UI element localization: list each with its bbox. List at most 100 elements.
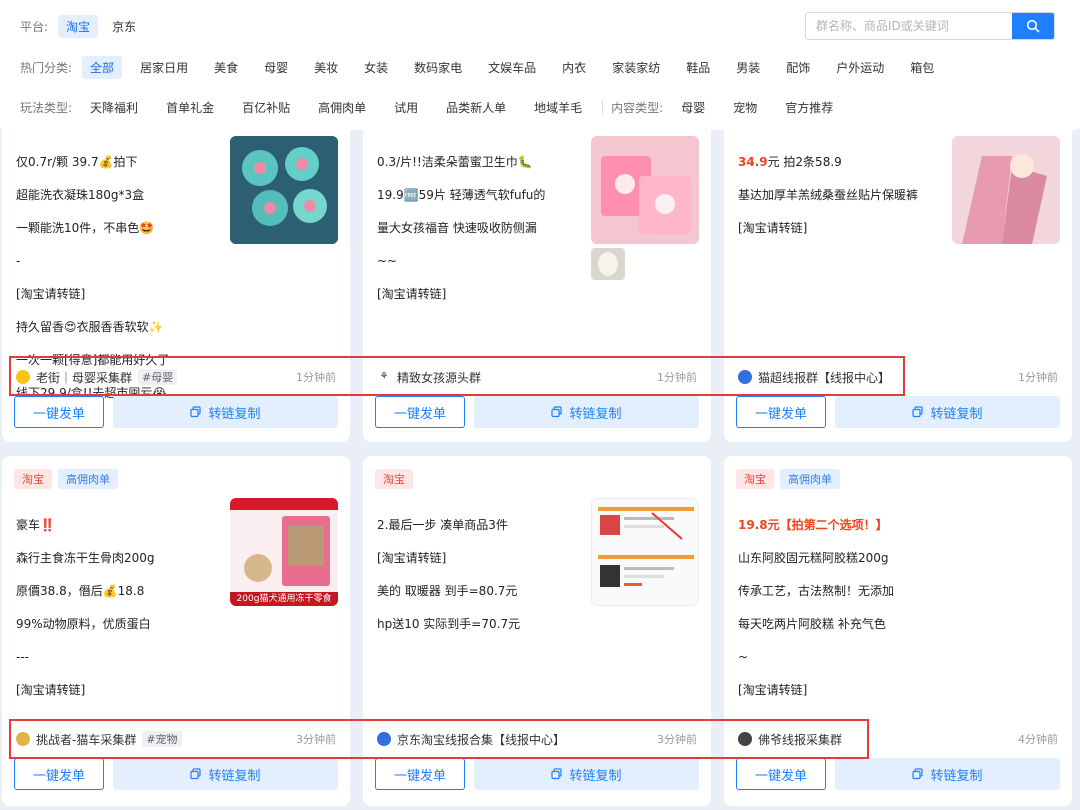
play-type-item[interactable]: 百亿补贴	[234, 96, 298, 119]
group-avatar	[16, 370, 30, 384]
search-button[interactable]	[1012, 13, 1054, 39]
copy-icon	[551, 406, 563, 418]
desc-line: ~	[738, 649, 749, 664]
tag-taobao: 淘宝	[14, 469, 52, 489]
group-name[interactable]: 京东淘宝线报合集【线报中心】	[397, 731, 565, 748]
send-button[interactable]: 一键发单	[375, 396, 465, 428]
copy-link-button[interactable]: 转链复制	[474, 396, 699, 428]
group-avatar	[377, 732, 391, 746]
card-description: 0.3/片!!洁柔朵蕾蜜卫生巾🐛 19.9🆓59片 轻薄透气软fufu的 量大女…	[377, 137, 587, 319]
send-button[interactable]: 一键发单	[14, 396, 104, 428]
desc-line: -	[16, 253, 21, 268]
post-time: 1分钟前	[296, 371, 336, 384]
category-item[interactable]: 居家日用	[132, 56, 196, 79]
tag-high-commission: 高佣肉单	[58, 469, 118, 489]
category-row: 热门分类: 全部 居家日用 美食 母婴 美妆 女装 数码家电 文娱车品 内衣 家…	[20, 55, 952, 79]
category-item[interactable]: 内衣	[554, 56, 594, 79]
copy-icon	[912, 406, 924, 418]
group-name[interactable]: 猫超线报群【线报中心】	[758, 369, 890, 386]
desc-text: 元 拍2条58.9	[767, 154, 842, 169]
category-item[interactable]: 数码家电	[406, 56, 470, 79]
copy-link-button[interactable]: 转链复制	[835, 758, 1060, 790]
product-image[interactable]	[952, 136, 1060, 244]
platform-jd[interactable]: 京东	[104, 15, 144, 38]
product-image[interactable]: 200g猫犬通用冻干零食	[230, 498, 338, 606]
card-description: 19.8元【拍第二个选项！】 山东阿胶固元糕阿胶糕200g 传承工艺，古法熬制！…	[738, 500, 1038, 715]
category-item[interactable]: 文娱车品	[480, 56, 544, 79]
play-type-item[interactable]: 高佣肉单	[310, 96, 374, 119]
pad-detail-image	[591, 248, 625, 280]
desc-line: [淘宝请转链]	[738, 220, 808, 235]
category-item[interactable]: 美食	[206, 56, 246, 79]
sanitary-pads-image	[591, 136, 699, 244]
send-button[interactable]: 一键发单	[14, 758, 104, 790]
tag-taobao: 淘宝	[375, 469, 413, 489]
group-name[interactable]: 老街｜母婴采集群	[36, 369, 132, 386]
category-item[interactable]: 女装	[356, 56, 396, 79]
play-type-item[interactable]: 地域羊毛	[526, 96, 590, 119]
copy-link-button[interactable]: 转链复制	[113, 396, 338, 428]
category-item[interactable]: 配饰	[778, 56, 818, 79]
send-button[interactable]: 一键发单	[736, 396, 826, 428]
copy-icon	[190, 768, 202, 780]
content-type-item[interactable]: 母婴	[673, 96, 713, 119]
group-name[interactable]: 佛爷线报采集群	[758, 731, 842, 748]
play-type-item[interactable]: 品类新人单	[438, 96, 514, 119]
freeze-dried-food-image	[230, 498, 338, 606]
content-type-label: 内容类型:	[611, 100, 664, 115]
category-item[interactable]: 鞋品	[678, 56, 718, 79]
price-highlight: 19.8元【拍第二个选项！】	[738, 517, 888, 532]
category-item[interactable]: 美妆	[306, 56, 346, 79]
desc-line: 山东阿胶固元糕阿胶糕200g	[738, 550, 889, 565]
copy-link-button[interactable]: 转链复制	[113, 758, 338, 790]
desc-line: 量大女孩福音 快速吸收防侧漏	[377, 220, 537, 235]
copy-label: 转链复制	[930, 406, 983, 422]
card-description: 34.9元 拍2条58.9 基达加厚羊羔绒桑蚕丝贴片保暖裤 [淘宝请转链]	[738, 137, 948, 253]
price-highlight: 34.9	[738, 154, 768, 169]
category-item[interactable]: 全部	[82, 55, 123, 79]
desc-line: 豪车‼️	[16, 517, 55, 532]
category-item[interactable]: 母婴	[256, 56, 296, 79]
category-item[interactable]: 箱包	[902, 56, 942, 79]
category-item[interactable]: 户外运动	[828, 56, 892, 79]
category-item[interactable]: 男装	[728, 56, 768, 79]
group-avatar	[16, 732, 30, 746]
group-avatar	[738, 732, 752, 746]
group-name[interactable]: 精致女孩源头群	[397, 369, 481, 386]
content-type-item[interactable]: 官方推荐	[777, 96, 841, 119]
copy-label: 转链复制	[569, 768, 622, 784]
copy-icon	[912, 768, 924, 780]
product-image[interactable]	[591, 136, 699, 244]
source-group: 老街｜母婴采集群 #母婴 1分钟前	[16, 368, 336, 386]
category-item[interactable]: 家装家纺	[604, 56, 668, 79]
source-group: 猫超线报群【线报中心】 1分钟前	[738, 368, 1058, 386]
product-image[interactable]	[591, 498, 699, 606]
desc-line: [淘宝请转链]	[16, 286, 86, 301]
desc-line: 传承工艺，古法熬制！无添加	[738, 583, 895, 598]
desc-line: 2.最后一步 凑单商品3件	[377, 517, 508, 532]
copy-link-button[interactable]: 转链复制	[474, 758, 699, 790]
hot-category-label: 热门分类:	[20, 60, 73, 75]
desc-line: 99%动物原料，优质蛋白	[16, 616, 151, 631]
search-input[interactable]	[806, 13, 1012, 39]
card-tags: 淘宝 高佣肉单	[736, 469, 840, 489]
play-type-item[interactable]: 首单礼金	[158, 96, 222, 119]
content-type-item[interactable]: 宠物	[725, 96, 765, 119]
play-type-item[interactable]: 试用	[386, 96, 426, 119]
group-name[interactable]: 挑战者-猫车采集群	[36, 731, 136, 748]
source-group: 京东淘宝线报合集【线报中心】 3分钟前	[377, 730, 697, 748]
platform-label: 平台:	[20, 19, 49, 34]
card-description: 2.最后一步 凑单商品3件 [淘宝请转链] 美的 取暖器 到手=80.7元 hp…	[377, 500, 587, 649]
group-tag: #母婴	[138, 369, 178, 385]
send-button[interactable]: 一键发单	[736, 758, 826, 790]
product-image[interactable]	[230, 136, 338, 244]
product-card: 仅0.7r/颗 39.7💰拍下 超能洗衣凝珠180g*3盒 一颗能洗10件，不串…	[2, 100, 350, 442]
desc-line: 持久留香😍衣服香香软软✨	[16, 319, 164, 334]
copy-link-button[interactable]: 转链复制	[835, 396, 1060, 428]
play-type-item[interactable]: 天降福利	[82, 96, 146, 119]
platform-taobao[interactable]: 淘宝	[58, 14, 99, 38]
send-button[interactable]: 一键发单	[375, 758, 465, 790]
desc-line: 一次一颗[得意]都能用好久了	[16, 352, 170, 367]
product-card: 淘宝 高佣肉单 19.8元【拍第二个选项！】 山东阿胶固元糕阿胶糕200g 传承…	[724, 456, 1072, 806]
product-image-small[interactable]	[591, 248, 625, 280]
